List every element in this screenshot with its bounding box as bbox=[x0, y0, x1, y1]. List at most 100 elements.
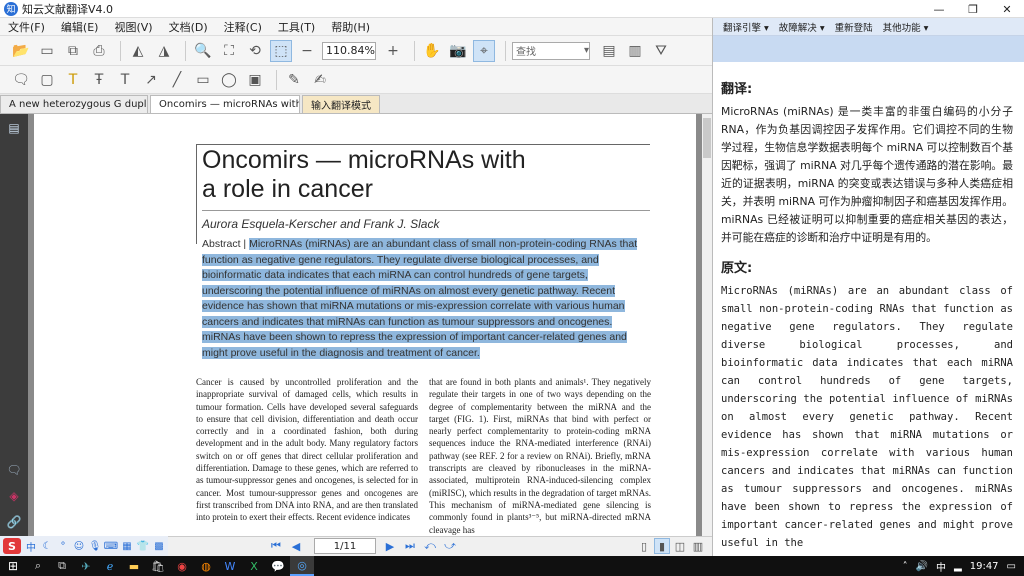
app-icon[interactable]: ◍ bbox=[194, 556, 218, 576]
menu-file[interactable]: 文件(F) bbox=[8, 19, 45, 35]
volume-icon[interactable]: 🔊 bbox=[916, 561, 928, 572]
notification-icon[interactable]: ▭ bbox=[1007, 561, 1016, 572]
menu-relogin[interactable]: 重新登陆 bbox=[835, 20, 873, 34]
telegram-icon[interactable]: ✈ bbox=[74, 556, 98, 576]
flip-right-icon[interactable]: ◮ bbox=[153, 40, 175, 62]
rectangle-icon[interactable]: ▭ bbox=[192, 69, 214, 91]
layers-icon[interactable]: ◈ bbox=[6, 488, 22, 504]
menu-view[interactable]: 视图(V) bbox=[114, 19, 152, 35]
copy-icon[interactable]: ⧉ bbox=[62, 40, 84, 62]
emoji-icon[interactable]: ☺ bbox=[72, 539, 86, 553]
note-icon[interactable]: 🗨 bbox=[10, 69, 32, 91]
minimize-button[interactable]: — bbox=[922, 0, 956, 18]
vertical-scrollbar[interactable] bbox=[702, 114, 712, 536]
scrollbar-thumb[interactable] bbox=[703, 118, 711, 158]
punctuation-icon[interactable]: ° bbox=[56, 539, 70, 553]
maximize-button[interactable]: ❐ bbox=[956, 0, 990, 18]
strikethrough-icon[interactable]: Ŧ bbox=[88, 69, 110, 91]
wechat-icon[interactable]: 💬 bbox=[266, 556, 290, 576]
menu-other-functions[interactable]: 其他功能 ▾ bbox=[883, 20, 929, 34]
line-icon[interactable]: ╱ bbox=[166, 69, 188, 91]
single-page-icon[interactable]: ▯ bbox=[636, 538, 652, 554]
moon-icon[interactable]: ☾ bbox=[40, 539, 54, 553]
next-page-icon[interactable]: ▶ bbox=[382, 538, 398, 554]
pages-icon[interactable]: ▤ bbox=[6, 120, 22, 136]
search-icon[interactable]: ⌕ bbox=[26, 556, 50, 576]
menu-edit[interactable]: 编辑(E) bbox=[61, 19, 99, 35]
ime-tray-indicator[interactable]: 中 bbox=[936, 559, 946, 574]
microphone-icon[interactable]: 🎙 bbox=[88, 539, 102, 553]
paper-abstract[interactable]: Abstract | MicroRNAs (miRNAs) are an abu… bbox=[202, 237, 648, 361]
flip-left-icon[interactable]: ◭ bbox=[127, 40, 149, 62]
last-page-icon[interactable]: ⏭ bbox=[402, 538, 418, 554]
save-icon[interactable]: ▭ bbox=[36, 40, 58, 62]
continuous-page-icon[interactable]: ▮ bbox=[654, 538, 670, 554]
zoom-out-icon[interactable]: − bbox=[296, 40, 318, 62]
zoom-in-icon[interactable]: + bbox=[382, 40, 404, 62]
file-explorer-icon[interactable]: ▬ bbox=[122, 556, 146, 576]
ime-mode-icon[interactable]: 中 bbox=[24, 539, 38, 554]
excel-icon[interactable]: X bbox=[242, 556, 266, 576]
menu-translation-engine[interactable]: 翻译引擎 ▾ bbox=[723, 20, 769, 34]
ellipse-icon[interactable]: ◯ bbox=[218, 69, 240, 91]
sign-icon[interactable]: ✍ bbox=[309, 69, 331, 91]
filter-icon[interactable]: ⛛ bbox=[650, 40, 672, 62]
chevron-up-icon[interactable]: ˄ bbox=[903, 561, 908, 572]
edge-icon[interactable]: ℯ bbox=[98, 556, 122, 576]
text-icon[interactable]: T bbox=[114, 69, 136, 91]
two-page-icon[interactable]: ◫ bbox=[672, 538, 688, 554]
open-folder-icon[interactable]: 📂 bbox=[10, 40, 32, 62]
translation-text[interactable]: MicroRNAs (miRNAs) 是一类丰富的非蛋白编码的小分子 RNA，作… bbox=[721, 103, 1013, 247]
tab-oncomirs[interactable]: Oncomirs — microRNAs with✕ bbox=[150, 95, 300, 113]
zoom-icon[interactable]: 🔍 bbox=[192, 40, 214, 62]
text-box-icon[interactable]: ▢ bbox=[36, 69, 58, 91]
network-icon[interactable]: ▂ bbox=[954, 561, 962, 572]
rotate-icon[interactable]: ⟲ bbox=[244, 40, 266, 62]
keyboard-icon[interactable]: ⌨ bbox=[104, 539, 118, 553]
search-input[interactable]: 查找 ▾ bbox=[512, 41, 590, 60]
windows-start-icon[interactable]: ⊞ bbox=[0, 556, 26, 576]
body-column-2[interactable]: that are found in both plants and animal… bbox=[429, 376, 651, 536]
menu-tools[interactable]: 工具(T) bbox=[278, 19, 315, 35]
fit-page-icon[interactable]: ⬚ bbox=[270, 39, 292, 62]
zoom-level-field[interactable]: 110.84% bbox=[322, 41, 376, 60]
edit-icon[interactable]: ✎ bbox=[283, 69, 305, 91]
crop-icon[interactable]: ⛶ bbox=[218, 40, 240, 62]
tab-input-translate-mode[interactable]: 输入翻译模式 bbox=[302, 95, 380, 113]
body-column-1[interactable]: Cancer is caused by uncontrolled prolife… bbox=[196, 376, 418, 524]
shirt-icon[interactable]: 👕 bbox=[136, 539, 150, 553]
store-icon[interactable]: 🛍 bbox=[146, 556, 170, 576]
highlight-icon[interactable]: T bbox=[62, 69, 84, 91]
original-text[interactable]: MicroRNAs (miRNAs) are an abundant class… bbox=[721, 282, 1013, 552]
menu-help[interactable]: 帮助(H) bbox=[331, 19, 370, 35]
close-button[interactable]: ✕ bbox=[990, 0, 1024, 18]
menu-comment[interactable]: 注释(C) bbox=[224, 19, 262, 35]
skin-icon[interactable]: ▦ bbox=[120, 539, 134, 553]
clock[interactable]: 19:47 bbox=[970, 561, 999, 572]
sogou-logo-icon[interactable]: S bbox=[3, 538, 21, 554]
menu-troubleshoot[interactable]: 故障解决 ▾ bbox=[779, 20, 825, 34]
page-back-icon[interactable]: ⤺ bbox=[422, 538, 438, 554]
stamp-icon[interactable]: ▣ bbox=[244, 69, 266, 91]
menu-document[interactable]: 文档(D) bbox=[169, 19, 208, 35]
abstract-selected-text[interactable]: MicroRNAs (miRNAs) are an abundant class… bbox=[202, 238, 638, 359]
comment-icon[interactable]: 🗨 bbox=[6, 462, 22, 478]
pdf-page[interactable]: Oncomirs — microRNAs with a role in canc… bbox=[34, 114, 696, 536]
document-viewer[interactable]: Oncomirs — microRNAs with a role in canc… bbox=[28, 114, 702, 536]
prev-page-icon[interactable]: ◀ bbox=[288, 538, 304, 554]
tab-heterozygous[interactable]: A new heterozygous G duplic... bbox=[0, 95, 148, 113]
arrow-icon[interactable]: ↗ bbox=[140, 69, 162, 91]
snapshot-icon[interactable]: 📷 bbox=[447, 40, 469, 62]
page-number-field[interactable]: 1/11 bbox=[314, 538, 376, 554]
task-view-icon[interactable]: ⧉ bbox=[50, 556, 74, 576]
attachment-icon[interactable]: 🔗 bbox=[6, 514, 22, 530]
word-icon[interactable]: W bbox=[218, 556, 242, 576]
print-icon[interactable]: ⎙ bbox=[88, 40, 110, 62]
first-page-icon[interactable]: ⏮ bbox=[268, 538, 284, 554]
page-forward-icon[interactable]: ⤻ bbox=[442, 538, 458, 554]
hand-tool-icon[interactable]: ✋ bbox=[421, 40, 443, 62]
two-page-continuous-icon[interactable]: ▥ bbox=[690, 538, 706, 554]
chrome-icon[interactable]: ◉ bbox=[170, 556, 194, 576]
document-icon[interactable]: ▤ bbox=[598, 40, 620, 62]
grid-icon[interactable]: ▩ bbox=[152, 539, 166, 553]
